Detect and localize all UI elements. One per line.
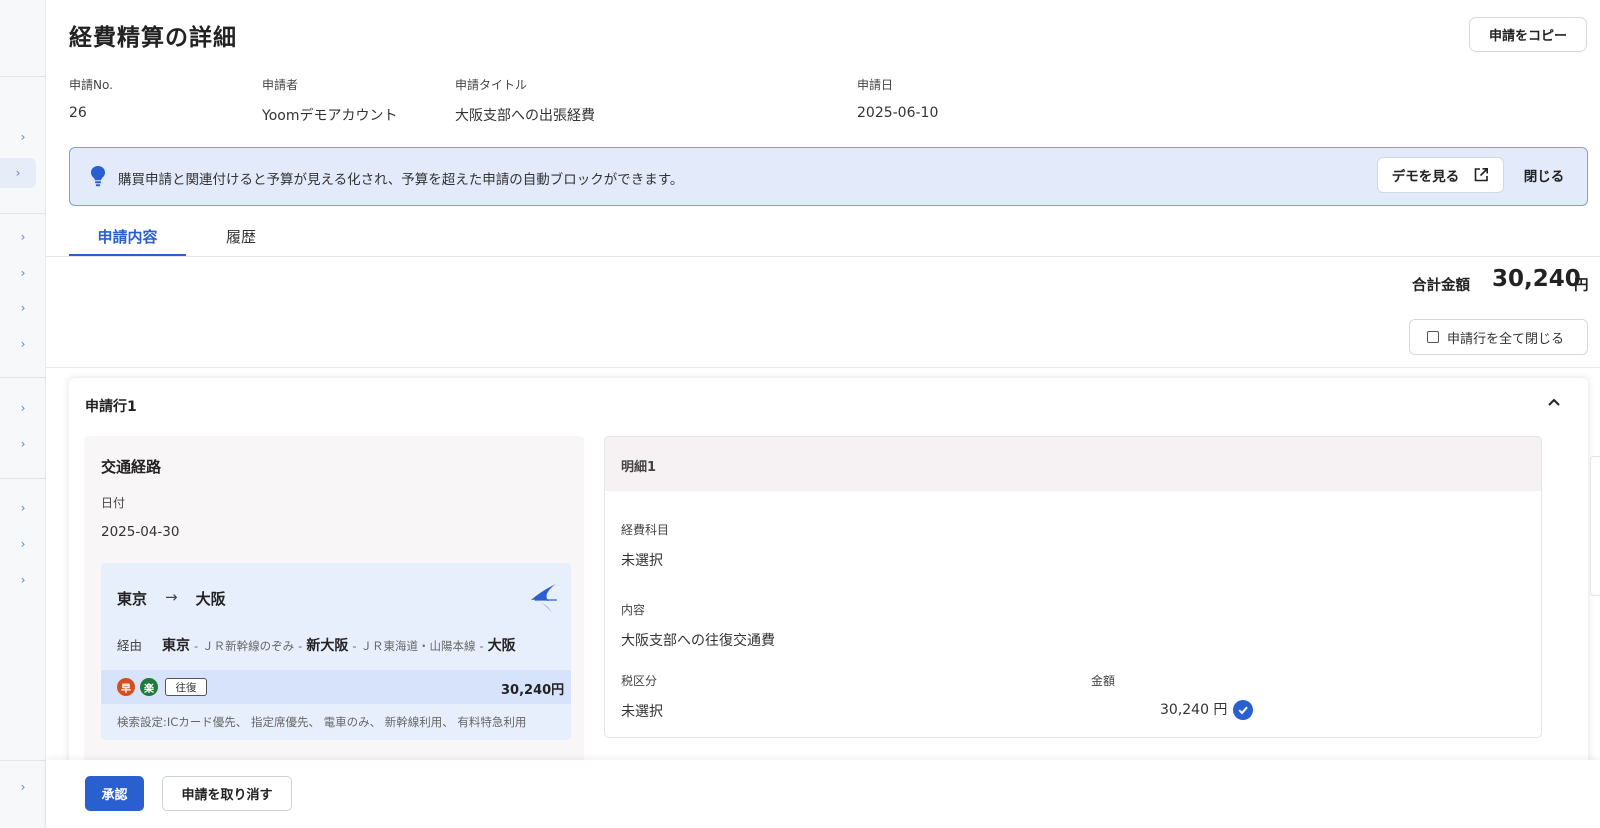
total-amount-unit: 円 xyxy=(1574,278,1589,294)
sidebar-expand-chevron-icon[interactable]: › xyxy=(0,772,46,802)
sidebar-divider xyxy=(0,213,46,214)
via-line: ＪＲ東海道・山陽本線 xyxy=(360,639,476,653)
request-no-value: 26 xyxy=(69,105,87,121)
request-title-value: 大阪支部への出張経費 xyxy=(455,108,595,124)
sidebar-expand-chevron-icon[interactable]: › xyxy=(0,258,46,288)
action-bar: 承認 申請を取り消す xyxy=(46,760,1600,828)
page-title: 経費精算の詳細 xyxy=(69,25,237,51)
lightbulb-icon xyxy=(91,166,105,187)
tab-request-content[interactable]: 申請内容 xyxy=(69,226,186,256)
sidebar-expand-chevron-icon[interactable]: › xyxy=(0,222,46,252)
line-item-title: 申請行1 xyxy=(85,399,137,415)
fast-badge: 早 xyxy=(117,678,135,696)
external-link-icon xyxy=(1474,168,1489,182)
easy-badge: 楽 xyxy=(140,678,158,696)
account-value: 未選択 xyxy=(621,553,663,569)
cancel-request-button[interactable]: 申請を取り消す xyxy=(162,776,292,811)
budget-info-banner: 購買申請と関連付けると予算が見える化され、予算を超えた申請の自動ブロックができま… xyxy=(69,147,1588,206)
content-value: 大阪支部への往復交通費 xyxy=(621,633,775,649)
route-service-logo-icon xyxy=(531,584,557,613)
collapse-all-lines-toggle[interactable]: 申請行を全て閉じる xyxy=(1409,319,1588,355)
sidebar-expand-chevron-icon[interactable]: › xyxy=(0,493,46,523)
route-date-label: 日付 xyxy=(101,496,126,510)
sidebar-divider xyxy=(0,377,46,378)
applicant-label: 申請者 xyxy=(262,78,299,92)
detail-panel: 明細1 経費科目 未選択 内容 大阪支部への往復交通費 税区分 未選択 金額 3… xyxy=(604,436,1542,738)
route-to: 大阪 xyxy=(195,590,226,608)
via-station: 大阪 xyxy=(487,638,516,654)
account-label: 経費科目 xyxy=(621,523,670,537)
via-station: 新大阪 xyxy=(306,638,349,654)
route-endpoints: 東京 → 大阪 xyxy=(117,588,226,609)
view-demo-button[interactable]: デモを見る xyxy=(1377,157,1504,193)
via-dash: - xyxy=(194,639,199,653)
amount-row: 30,240 円 xyxy=(1160,699,1254,720)
via-station: 東京 xyxy=(162,638,191,654)
banner-message: 購買申請と関連付けると予算が見える化され、予算を超えた申請の自動ブロックができま… xyxy=(118,172,684,188)
amount-label: 金額 xyxy=(1091,674,1116,688)
via-dash: - xyxy=(298,639,303,653)
sidebar-divider xyxy=(0,760,46,761)
content-label: 内容 xyxy=(621,603,646,617)
request-no-label: 申請No. xyxy=(69,78,113,92)
section-divider xyxy=(46,367,1600,368)
tax-value: 未選択 xyxy=(621,704,663,720)
detail-header: 明細1 xyxy=(605,437,1541,491)
total-amount-label: 合計金額 xyxy=(1412,278,1470,294)
check-circle-icon xyxy=(1233,700,1254,720)
sidebar-expand-chevron-icon[interactable]: › xyxy=(0,393,46,423)
applicant-value: Yoomデモアカウント xyxy=(262,108,398,124)
collapse-all-checkbox[interactable] xyxy=(1427,331,1439,343)
route-search-settings: 検索設定:ICカード優先、 指定席優先、 電車のみ、 新幹線利用、 有料特急利用 xyxy=(117,715,527,729)
via-line: ＪＲ新幹線のぞみ xyxy=(202,639,295,653)
round-trip-tag: 往復 xyxy=(165,678,207,696)
collapse-all-label: 申請行を全て閉じる xyxy=(1447,331,1565,347)
view-demo-label: デモを見る xyxy=(1391,169,1460,185)
sidebar-expand-chevron-icon[interactable]: › xyxy=(0,429,46,459)
sidebar-expand-chevron-icon[interactable]: › xyxy=(0,158,36,188)
request-date-label: 申請日 xyxy=(857,78,894,92)
approve-button[interactable]: 承認 xyxy=(85,776,144,811)
route-section-title: 交通経路 xyxy=(101,458,162,476)
route-arrow: → xyxy=(165,588,178,606)
tab-divider xyxy=(46,256,1600,257)
banner-close-button[interactable]: 閉じる xyxy=(1514,157,1574,193)
sidebar-expand-chevron-icon[interactable]: › xyxy=(0,529,46,559)
copy-request-button[interactable]: 申請をコピー xyxy=(1469,17,1587,52)
tax-label: 税区分 xyxy=(621,674,658,688)
sidebar-expand-chevron-icon[interactable]: › xyxy=(0,293,46,323)
route-summary-box: 東京 → 大阪 経由 東京 - ＪＲ新幹線のぞみ - 新大阪 - ＪＲ東海道・山… xyxy=(101,563,571,740)
tab-history[interactable]: 履歴 xyxy=(226,226,276,256)
via-label: 経由 xyxy=(117,638,143,653)
sidebar-divider xyxy=(0,478,46,479)
route-date-value: 2025-04-30 xyxy=(101,524,180,540)
detail-title: 明細1 xyxy=(621,460,657,475)
total-amount-value: 30,240 xyxy=(1492,266,1581,292)
sidebar-divider xyxy=(0,76,46,77)
request-title-label: 申請タイトル xyxy=(455,78,528,92)
sidebar-expand-chevron-icon[interactable]: › xyxy=(0,565,46,595)
via-dash: - xyxy=(352,639,357,653)
amount-value: 30,240 円 xyxy=(1160,702,1228,718)
via-dash: - xyxy=(479,639,484,653)
request-date-value: 2025-06-10 xyxy=(857,105,939,121)
chevron-up-icon[interactable] xyxy=(1544,392,1564,412)
sidebar-expand-chevron-icon[interactable]: › xyxy=(0,329,46,359)
route-from: 東京 xyxy=(117,590,148,608)
route-via: 経由 東京 - ＪＲ新幹線のぞみ - 新大阪 - ＪＲ東海道・山陽本線 - 大阪 xyxy=(117,635,516,655)
route-fare-value: 30,240円 xyxy=(501,683,565,698)
sidebar-expand-chevron-icon[interactable]: › xyxy=(0,122,46,152)
route-fare-bar: 早 楽 往復 30,240円 xyxy=(101,670,571,704)
left-sidebar: › › › › › › › › › › › › xyxy=(0,0,46,828)
side-drawer-handle[interactable] xyxy=(1590,456,1600,596)
